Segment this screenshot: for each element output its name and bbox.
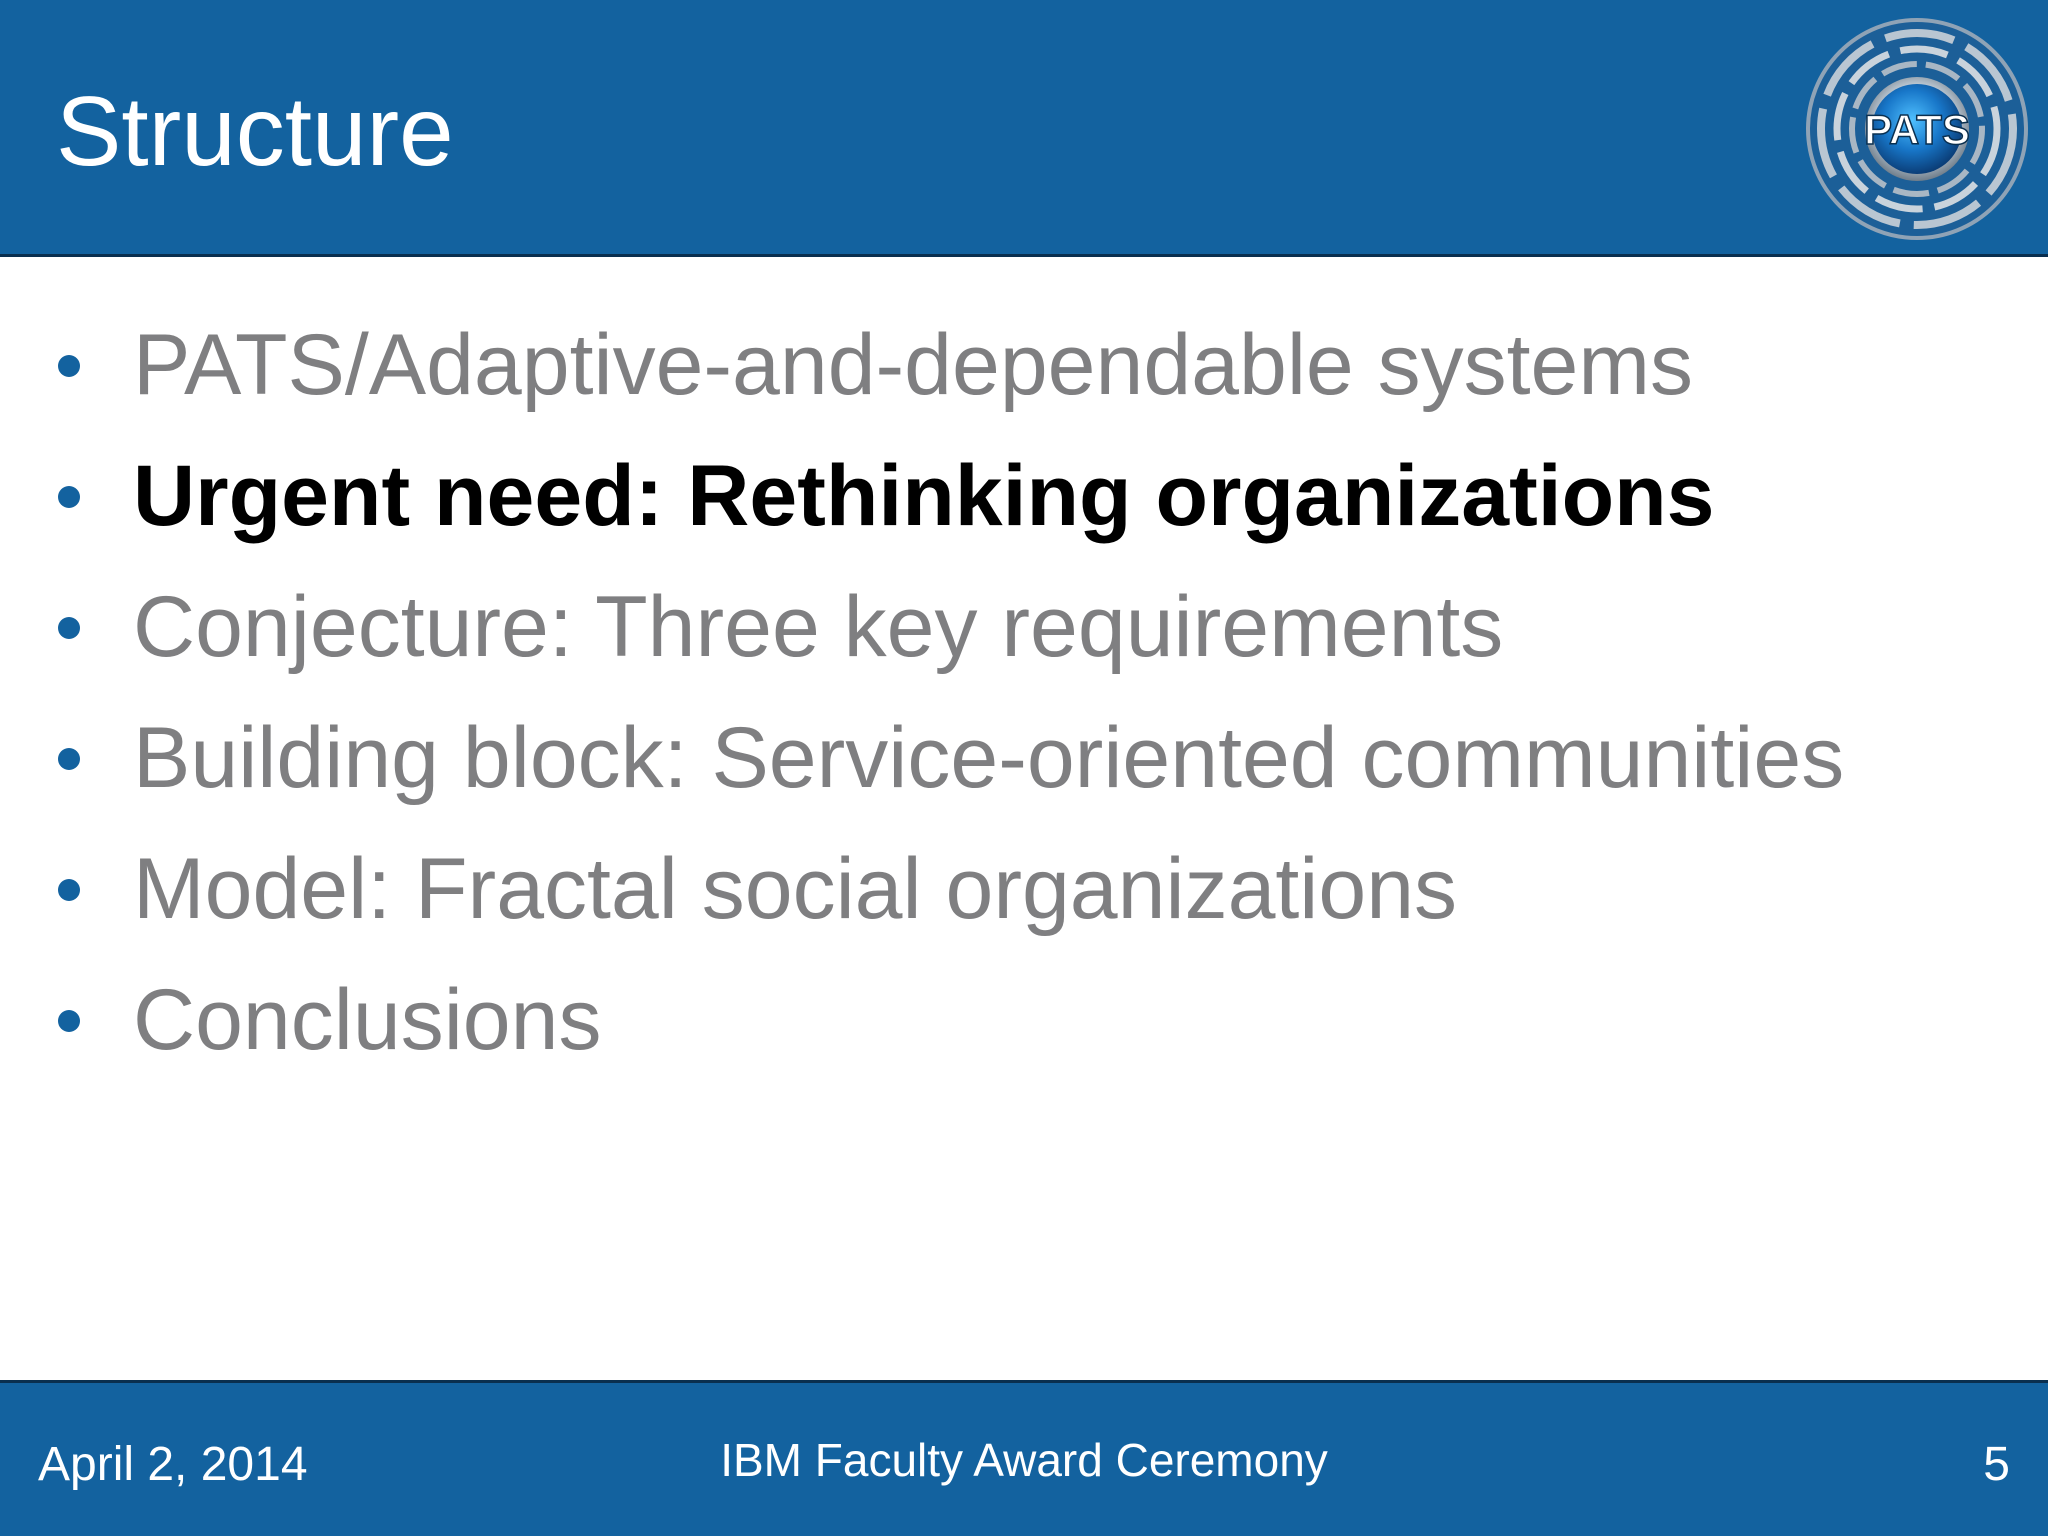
bullet-dot-icon (58, 616, 80, 639)
bullet-dot-icon (58, 1009, 80, 1032)
bullet-dot-icon (58, 354, 80, 377)
pats-logo-text: PATS (1864, 106, 1970, 153)
bullet-item: Conjecture: Three key requirements (0, 562, 2048, 693)
bullet-text: Conclusions (133, 972, 602, 1068)
pats-logo: PATS (1806, 18, 2028, 240)
slide-page-number: 5 (1983, 1438, 2010, 1491)
bullet-dot-icon (58, 485, 80, 508)
bullet-item: Conclusions (0, 955, 2048, 1086)
bullet-dot-icon (58, 878, 80, 901)
bullet-item: Urgent need: Rethinking organizations (0, 431, 2048, 562)
bullet-text: Building block: Service-oriented communi… (133, 710, 1845, 806)
bullet-item: Model: Fractal social organizations (0, 824, 2048, 955)
slide-title: Structure (56, 76, 454, 186)
bullet-item: Building block: Service-oriented communi… (0, 693, 2048, 824)
slide-header: Structure PATS (0, 0, 2048, 257)
bullet-item: PATS/Adaptive-and-dependable systems (0, 300, 2048, 431)
bullet-text: PATS/Adaptive-and-dependable systems (133, 317, 1694, 413)
slide-footer: April 2, 2014 IBM Faculty Award Ceremony… (0, 1380, 2048, 1536)
presentation-slide: Structure PATS PATS/Adaptive-and-dependa… (0, 0, 2048, 1536)
bullet-dot-icon (58, 747, 80, 770)
bullet-text: Urgent need: Rethinking organizations (133, 448, 1715, 544)
bullet-text: Model: Fractal social organizations (133, 841, 1458, 937)
bullet-text: Conjecture: Three key requirements (133, 579, 1504, 675)
footer-event-name: IBM Faculty Award Ceremony (720, 1434, 1328, 1486)
